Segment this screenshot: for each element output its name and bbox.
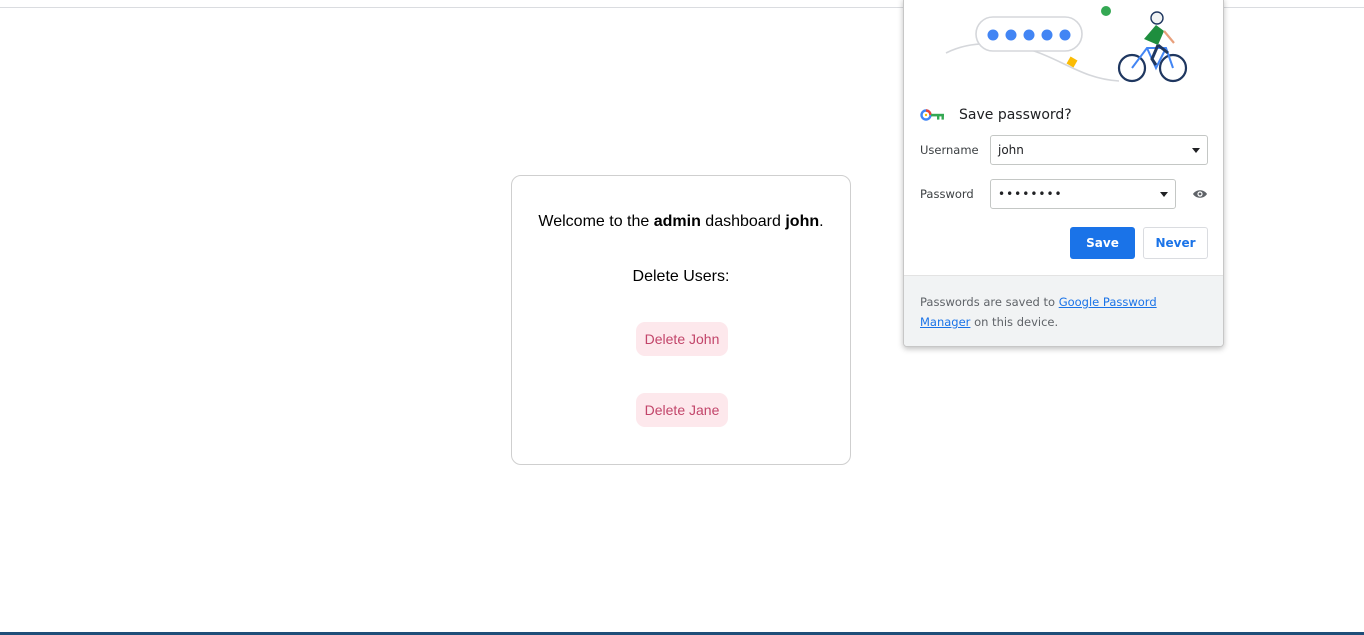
admin-dashboard-card: Welcome to the admin dashboard john. Del…	[511, 175, 851, 465]
welcome-user: john	[785, 213, 820, 230]
username-label: Username	[920, 143, 979, 157]
password-value: ••••••••	[998, 187, 1063, 201]
bubble-header: Save password?	[920, 104, 1072, 126]
welcome-role: admin	[653, 213, 701, 230]
delete-john-button[interactable]: Delete John	[636, 322, 728, 356]
footer-prefix: Passwords are saved to	[920, 295, 1059, 309]
eye-icon[interactable]	[1192, 188, 1208, 200]
password-field[interactable]: ••••••••	[990, 179, 1176, 209]
save-button[interactable]: Save	[1070, 227, 1135, 259]
welcome-middle: dashboard	[700, 213, 786, 230]
footer-suffix: on this device.	[970, 315, 1059, 329]
password-label: Password	[920, 187, 974, 201]
bubble-title: Save password?	[959, 107, 1072, 123]
bubble-footer: Passwords are saved to Google Password M…	[904, 275, 1223, 346]
delete-users-heading: Delete Users:	[632, 268, 730, 285]
password-illustration	[945, 6, 1188, 83]
key-icon	[920, 109, 944, 121]
username-field[interactable]: john	[990, 135, 1208, 165]
welcome-message: Welcome to the admin dashboard john.	[512, 213, 850, 231]
never-button[interactable]: Never	[1143, 227, 1208, 259]
welcome-suffix: .	[819, 213, 824, 230]
username-value: john	[998, 143, 1024, 157]
delete-jane-button[interactable]: Delete Jane	[636, 393, 728, 427]
chevron-down-icon[interactable]	[1192, 148, 1200, 153]
save-password-bubble: Save password? Username john Password ••…	[903, 0, 1224, 347]
chevron-down-icon[interactable]	[1160, 192, 1168, 197]
welcome-prefix: Welcome to the	[538, 213, 654, 230]
